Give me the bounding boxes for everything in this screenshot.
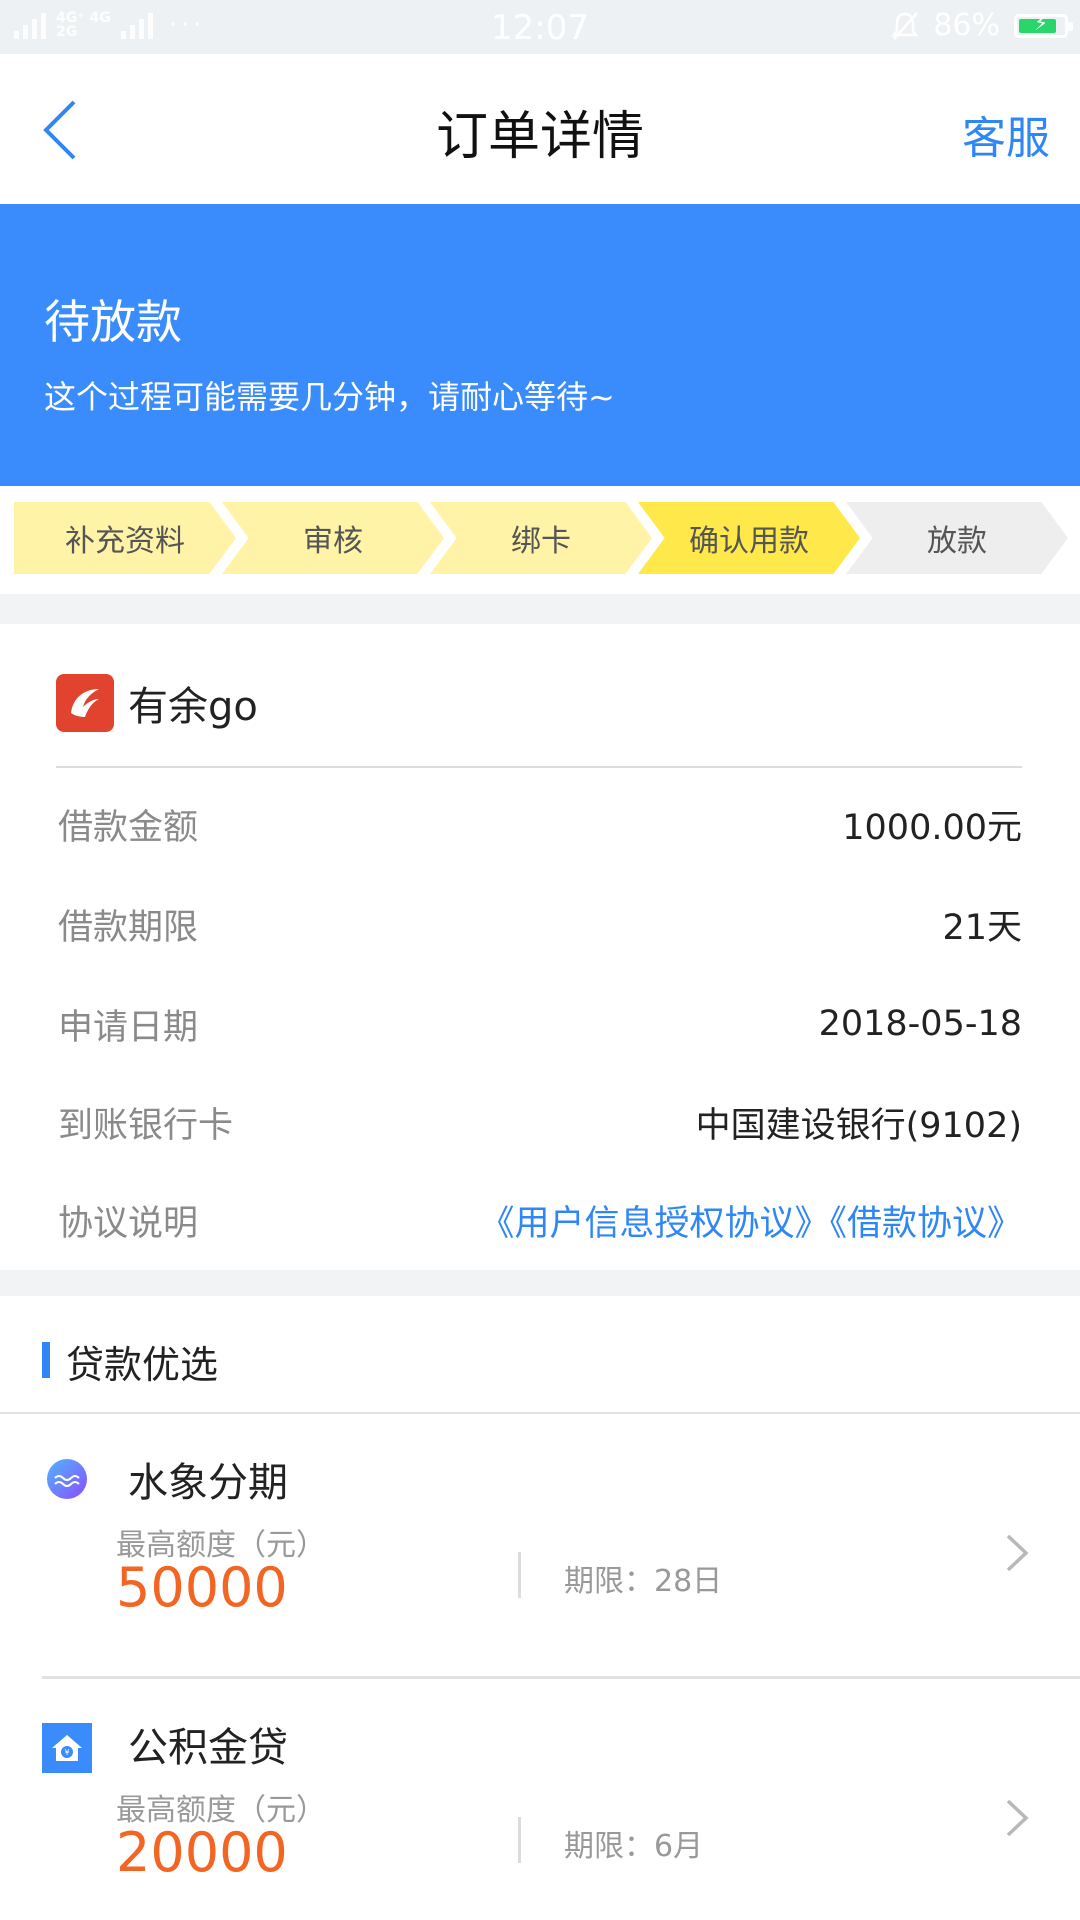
order-status: 待放款 — [44, 295, 182, 349]
recommend-header: 贷款优选 — [0, 1296, 1080, 1415]
order-row-date: 申请日期 2018-05-18 — [58, 1004, 1022, 1048]
page-title: 订单详情 — [435, 107, 644, 167]
max-amount: 50000 — [116, 1556, 288, 1619]
order-card: 有余go 借款金额 1000.00元 借款期限 21天 申请日期 2018-05… — [0, 624, 1080, 1270]
step-4-current: 确认用款 — [638, 502, 860, 574]
battery-icon: ⚡ — [1014, 11, 1073, 38]
status-banner: 待放款 这个过程可能需要几分钟，请耐心等待~ — [0, 204, 1080, 486]
status-bar: 4G⁺ 4G 2G ··· 12:07 86% ⚡ — [0, 0, 1080, 54]
loan-item[interactable]: 水象分期 最高额度（元） 50000 期限：28日 — [0, 1414, 1080, 1676]
step-1: 补充资料 — [14, 502, 236, 574]
lender-logo-icon — [56, 674, 114, 732]
svg-text:¥: ¥ — [64, 1748, 69, 1757]
order-row-agreements: 协议说明 《用户信息授权协议》《借款协议》 — [58, 1190, 1022, 1250]
status-right: 86% ⚡ — [891, 8, 1073, 43]
order-row-amount: 借款金额 1000.00元 — [58, 807, 1022, 848]
divider — [56, 766, 1022, 768]
progress-steps: 补充资料 审核 绑卡 确认用款 放款 — [14, 502, 1068, 574]
step-3: 绑卡 — [430, 502, 652, 574]
section-gap-2 — [0, 1270, 1080, 1296]
max-amount: 20000 — [116, 1821, 288, 1884]
agreements-link[interactable]: 《用户信息授权协议》《借款协议》 — [479, 1195, 1022, 1246]
bell-off-icon — [891, 11, 919, 40]
section-accent-bar — [42, 1342, 50, 1378]
lender-header: 有余go — [56, 674, 258, 732]
order-row-term: 借款期限 21天 — [58, 907, 1022, 948]
order-row-bank-card: 到账银行卡 中国建设银行(9102) — [58, 1105, 1022, 1146]
status-tip: 这个过程可能需要几分钟，请耐心等待~ — [44, 378, 615, 416]
step-5: 放款 — [846, 502, 1068, 574]
chevron-right-icon — [1006, 1534, 1029, 1572]
loan-period: 期限：6月 — [564, 1829, 704, 1864]
battery-percent: 86% — [933, 8, 1000, 43]
customer-service-button[interactable]: 客服 — [962, 102, 1050, 166]
vertical-divider — [518, 1552, 521, 1598]
loan-name: 公积金贷 — [128, 1725, 288, 1771]
house-logo-icon: ¥ — [42, 1723, 92, 1773]
loan-item[interactable]: ¥ 公积金贷 最高额度（元） 20000 期限：6月 — [0, 1679, 1080, 1920]
vertical-divider — [518, 1817, 521, 1863]
lender-name: 有余go — [128, 684, 258, 730]
step-2: 审核 — [222, 502, 444, 574]
chevron-right-icon — [1006, 1799, 1029, 1837]
loan-name: 水象分期 — [128, 1460, 288, 1506]
section-gap — [0, 594, 1080, 624]
recommend-title: 贷款优选 — [66, 1343, 219, 1387]
loan-period: 期限：28日 — [564, 1564, 723, 1599]
water-logo-icon — [47, 1459, 87, 1499]
nav-bar: 订单详情 客服 — [0, 54, 1080, 204]
